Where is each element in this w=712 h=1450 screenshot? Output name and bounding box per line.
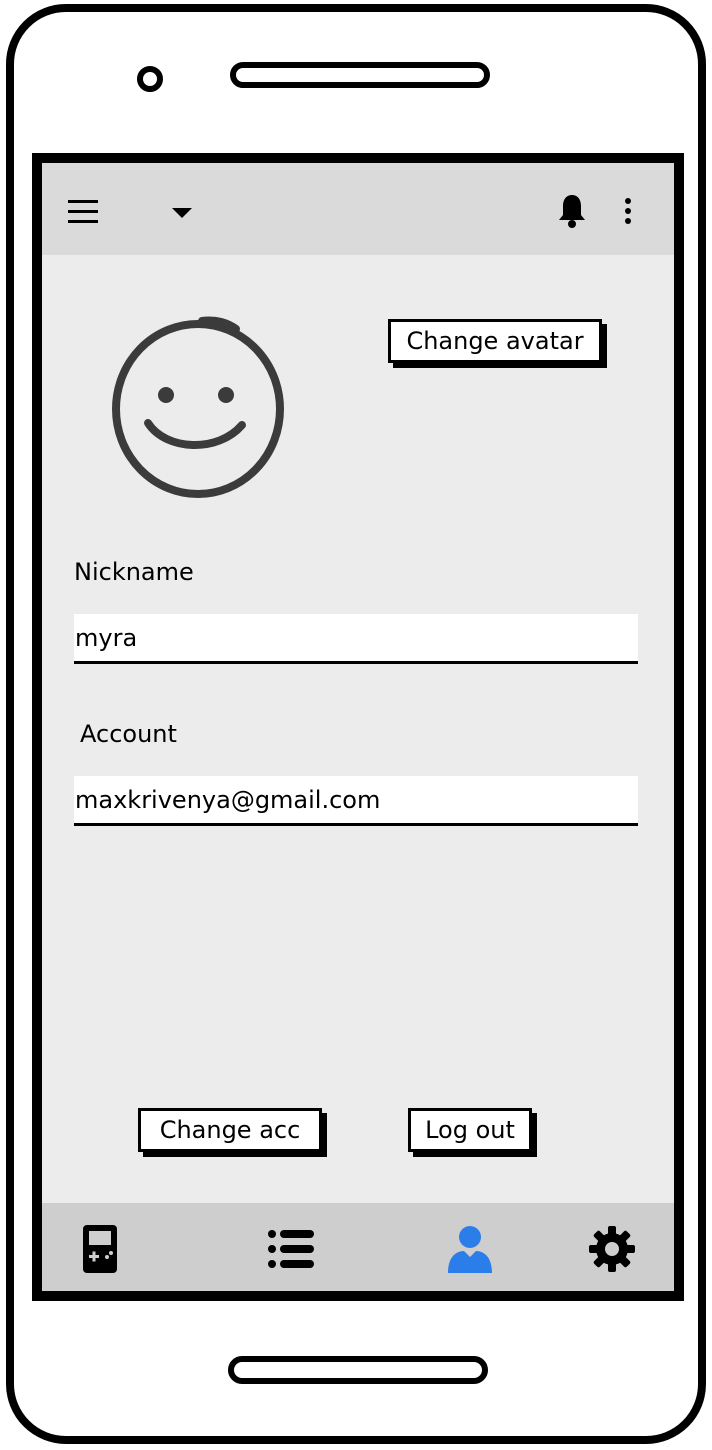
bottom-nav-bar xyxy=(42,1203,674,1291)
top-app-bar xyxy=(42,163,674,255)
change-avatar-button[interactable]: Change avatar xyxy=(388,319,602,363)
nav-item-list[interactable] xyxy=(262,1221,322,1277)
account-field[interactable] xyxy=(74,776,638,826)
nav-item-game[interactable] xyxy=(70,1221,130,1277)
top-speaker xyxy=(230,62,490,88)
app-screen: Change avatar Nickname Account Change ac… xyxy=(32,153,684,1301)
gamepad-icon xyxy=(83,1225,117,1273)
logout-button[interactable]: Log out xyxy=(408,1108,532,1152)
user-icon xyxy=(448,1226,492,1273)
bell-icon[interactable] xyxy=(554,191,590,231)
bottom-speaker xyxy=(228,1356,488,1384)
gear-icon xyxy=(589,1226,635,1272)
nickname-label: Nickname xyxy=(74,558,194,586)
avatar xyxy=(106,313,290,503)
nav-item-profile[interactable] xyxy=(440,1221,500,1277)
nav-item-settings[interactable] xyxy=(582,1221,642,1277)
nickname-field[interactable] xyxy=(74,614,638,664)
account-label: Account xyxy=(80,720,177,748)
dropdown-caret-icon[interactable] xyxy=(170,205,194,221)
list-icon xyxy=(268,1230,314,1268)
more-vertical-icon[interactable] xyxy=(618,193,638,229)
camera-icon xyxy=(137,66,163,92)
change-account-button[interactable]: Change acc xyxy=(138,1108,322,1152)
menu-icon[interactable] xyxy=(68,199,98,225)
